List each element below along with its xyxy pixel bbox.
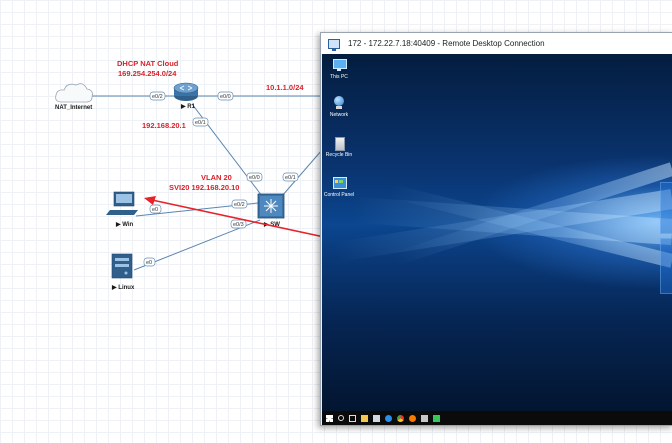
win-host-node[interactable]: ▶ Win <box>106 191 138 228</box>
task-view-icon[interactable] <box>349 414 356 422</box>
router-node[interactable]: ▶ R1 <box>173 82 199 110</box>
arrow-head-icon <box>144 196 156 205</box>
if-r1-sw: e0/1 <box>192 117 209 127</box>
win-host-label: ▶ Win <box>115 221 134 228</box>
taskbar <box>322 411 672 425</box>
svg-text:e0/2: e0/2 <box>234 202 245 208</box>
if-sw-rdp: e0/1 <box>282 172 299 182</box>
chrome-icon[interactable] <box>397 414 404 422</box>
if-sw-win: e0/2 <box>231 199 248 209</box>
store-icon[interactable] <box>373 414 380 422</box>
cloud-icon <box>55 83 93 103</box>
desktop-icon-network[interactable]: Network <box>322 96 356 118</box>
if-r1-rdp: e0/0 <box>217 91 234 101</box>
remote-desktop-icon <box>328 38 340 51</box>
cloud-label: NAT_Internet <box>55 105 92 111</box>
svg-text:e0/2: e0/2 <box>152 94 163 100</box>
network-icon <box>332 96 346 110</box>
router-label: ▶ R1 <box>180 103 196 110</box>
if-sw-linux: e0/3 <box>230 219 247 229</box>
tool-icon[interactable] <box>421 414 428 422</box>
if-win-nic: e0 <box>149 204 162 214</box>
rdp-title: 172 - 172.22.7.18:40409 - Remote Desktop… <box>348 39 545 48</box>
explorer-icon[interactable] <box>361 414 368 422</box>
search-icon[interactable] <box>338 415 344 421</box>
app-icon[interactable] <box>433 414 440 422</box>
svg-text:e0: e0 <box>152 207 158 213</box>
svg-text:e0/1: e0/1 <box>195 120 206 126</box>
vlan-label: VLAN 20 <box>201 173 232 182</box>
if-r1-cloud: e0/2 <box>149 91 166 101</box>
svg-text:e0/0: e0/0 <box>249 175 260 181</box>
desktop-icon-label: Network <box>329 112 349 118</box>
desktop-icon-this-pc[interactable]: This PC <box>322 58 356 80</box>
firefox-icon[interactable] <box>409 414 416 422</box>
desktop-icon-label: Control Panel <box>323 192 355 198</box>
svi-label: SVI20 192.168.20.10 <box>169 183 239 192</box>
control-panel-icon <box>332 176 347 190</box>
dhcp-subnet-label: 169.254.254.0/24 <box>118 69 177 78</box>
desktop-icon-recycle-bin[interactable]: Recycle Bin <box>322 136 356 158</box>
edge-icon[interactable] <box>385 414 392 422</box>
monitor-icon <box>332 58 347 72</box>
windows-logo-pane <box>660 238 672 294</box>
subnet-label: 10.1.1.0/24 <box>266 83 304 92</box>
linux-host-node[interactable]: ▶ Linux <box>111 253 135 291</box>
dhcp-cloud-label: DHCP NAT Cloud <box>117 59 179 68</box>
svg-text:e0/0: e0/0 <box>220 94 231 100</box>
svg-text:e0/3: e0/3 <box>233 222 244 228</box>
desktop-icon-label: Recycle Bin <box>325 152 353 158</box>
svg-text:e0/1: e0/1 <box>285 175 296 181</box>
linux-host-label: ▶ Linux <box>111 284 135 291</box>
cloud-node[interactable]: NAT_Internet <box>55 83 93 111</box>
rdp-desktop[interactable]: This PC Network Recycle Bin Control Pane… <box>322 54 672 411</box>
if-linux-nic: e0 <box>143 257 156 267</box>
windows-start-icon[interactable] <box>326 414 333 422</box>
recycle-bin-icon <box>332 136 346 151</box>
desktop-icon-label: This PC <box>330 74 348 80</box>
rdp-titlebar[interactable]: 172 - 172.22.7.18:40409 - Remote Desktop… <box>321 33 672 54</box>
svg-text:e0: e0 <box>146 260 152 266</box>
r1-ip-label: 192.168.20.1 <box>142 121 186 130</box>
desktop-icon-control-panel[interactable]: Control Panel <box>322 176 356 198</box>
if-sw-r1: e0/0 <box>246 172 263 182</box>
windows-logo-pane <box>660 182 672 234</box>
remote-desktop-window[interactable]: 172 - 172.22.7.18:40409 - Remote Desktop… <box>320 32 672 426</box>
